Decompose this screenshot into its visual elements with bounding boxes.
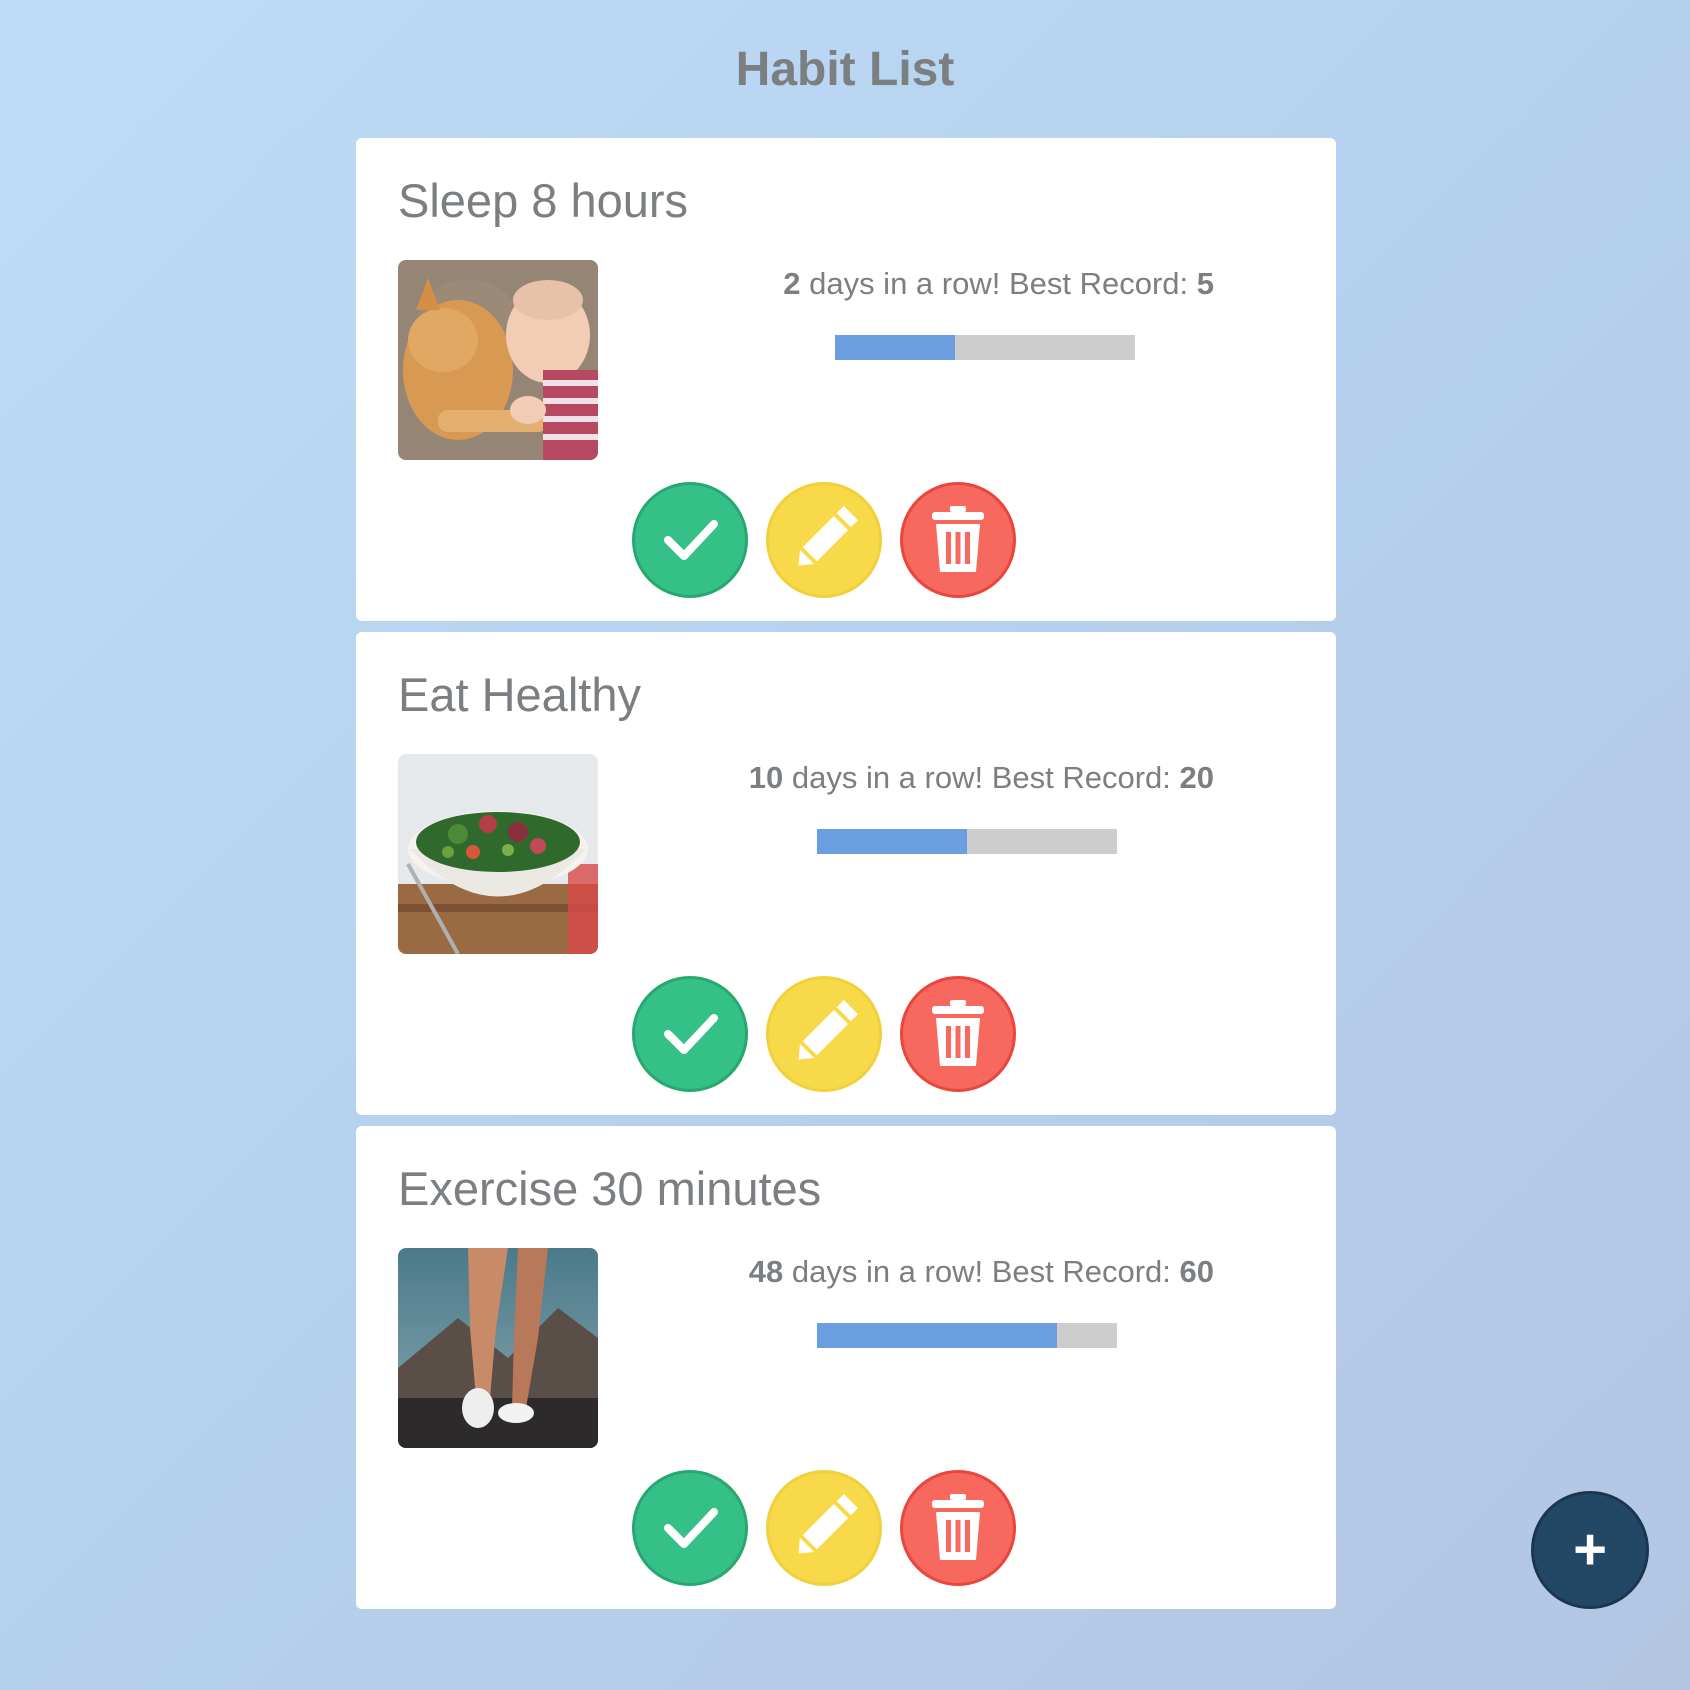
trash-icon (932, 1000, 984, 1066)
delete-button[interactable] (900, 976, 1016, 1092)
habit-name: Exercise 30 minutes (398, 1162, 822, 1215)
edit-button[interactable] (766, 976, 882, 1092)
habit-name: Sleep 8 hours (398, 174, 689, 227)
streak-progress-fill (817, 1323, 1057, 1348)
habit-actions (632, 976, 1016, 1092)
streak-progress-fill (835, 335, 955, 360)
habit-card-sleep: Sleep 8 hours 2 days in a row! Best Reco… (356, 138, 1336, 621)
streak-progress-fill (817, 829, 967, 854)
streak-label: days in a row! Best Record: (783, 1254, 1180, 1289)
best-record: 20 (1179, 760, 1214, 795)
trash-icon (932, 506, 984, 572)
pencil-icon (798, 1000, 858, 1060)
habit-actions (632, 1470, 1016, 1586)
habit-name: Eat Healthy (398, 668, 641, 721)
habit-card-exercise: Exercise 30 minutes 48 days in a row! Be… (356, 1126, 1336, 1609)
habit-card-eat-healthy: Eat Healthy 10 days in a row! Best Recor… (356, 632, 1336, 1115)
complete-button[interactable] (632, 1470, 748, 1586)
streak-summary: 10 days in a row! Best Record: 20 (749, 758, 1214, 798)
plus-icon: + (1573, 1517, 1607, 1582)
streak-progress-bar (835, 335, 1135, 360)
streak-label: days in a row! Best Record: (800, 266, 1197, 301)
streak-count: 2 (783, 266, 801, 301)
habit-image (398, 754, 598, 954)
page-title: Habit List (735, 43, 955, 96)
edit-button[interactable] (766, 482, 882, 598)
streak-progress-bar (817, 829, 1117, 854)
complete-button[interactable] (632, 976, 748, 1092)
streak-label: days in a row! Best Record: (783, 760, 1180, 795)
best-record: 5 (1196, 266, 1214, 301)
complete-button[interactable] (632, 482, 748, 598)
pencil-icon (798, 506, 858, 566)
habit-actions (632, 482, 1016, 598)
pencil-icon (798, 1494, 858, 1554)
streak-summary: 48 days in a row! Best Record: 60 (749, 1252, 1214, 1292)
checkmark-icon (664, 520, 718, 560)
habit-image (398, 1248, 598, 1448)
streak-count: 10 (748, 760, 784, 795)
checkmark-icon (664, 1508, 718, 1548)
streak-summary: 2 days in a row! Best Record: 5 (783, 264, 1214, 304)
checkmark-icon (664, 1014, 718, 1054)
habit-image (398, 260, 598, 460)
streak-progress-bar (817, 1323, 1117, 1348)
delete-button[interactable] (900, 482, 1016, 598)
best-record: 60 (1179, 1254, 1214, 1289)
edit-button[interactable] (766, 1470, 882, 1586)
delete-button[interactable] (900, 1470, 1016, 1586)
streak-count: 48 (748, 1254, 784, 1289)
habit-list: Sleep 8 hours 2 days in a row! Best Reco… (356, 138, 1336, 1620)
add-habit-button[interactable]: + (1531, 1491, 1649, 1609)
trash-icon (932, 1494, 984, 1560)
